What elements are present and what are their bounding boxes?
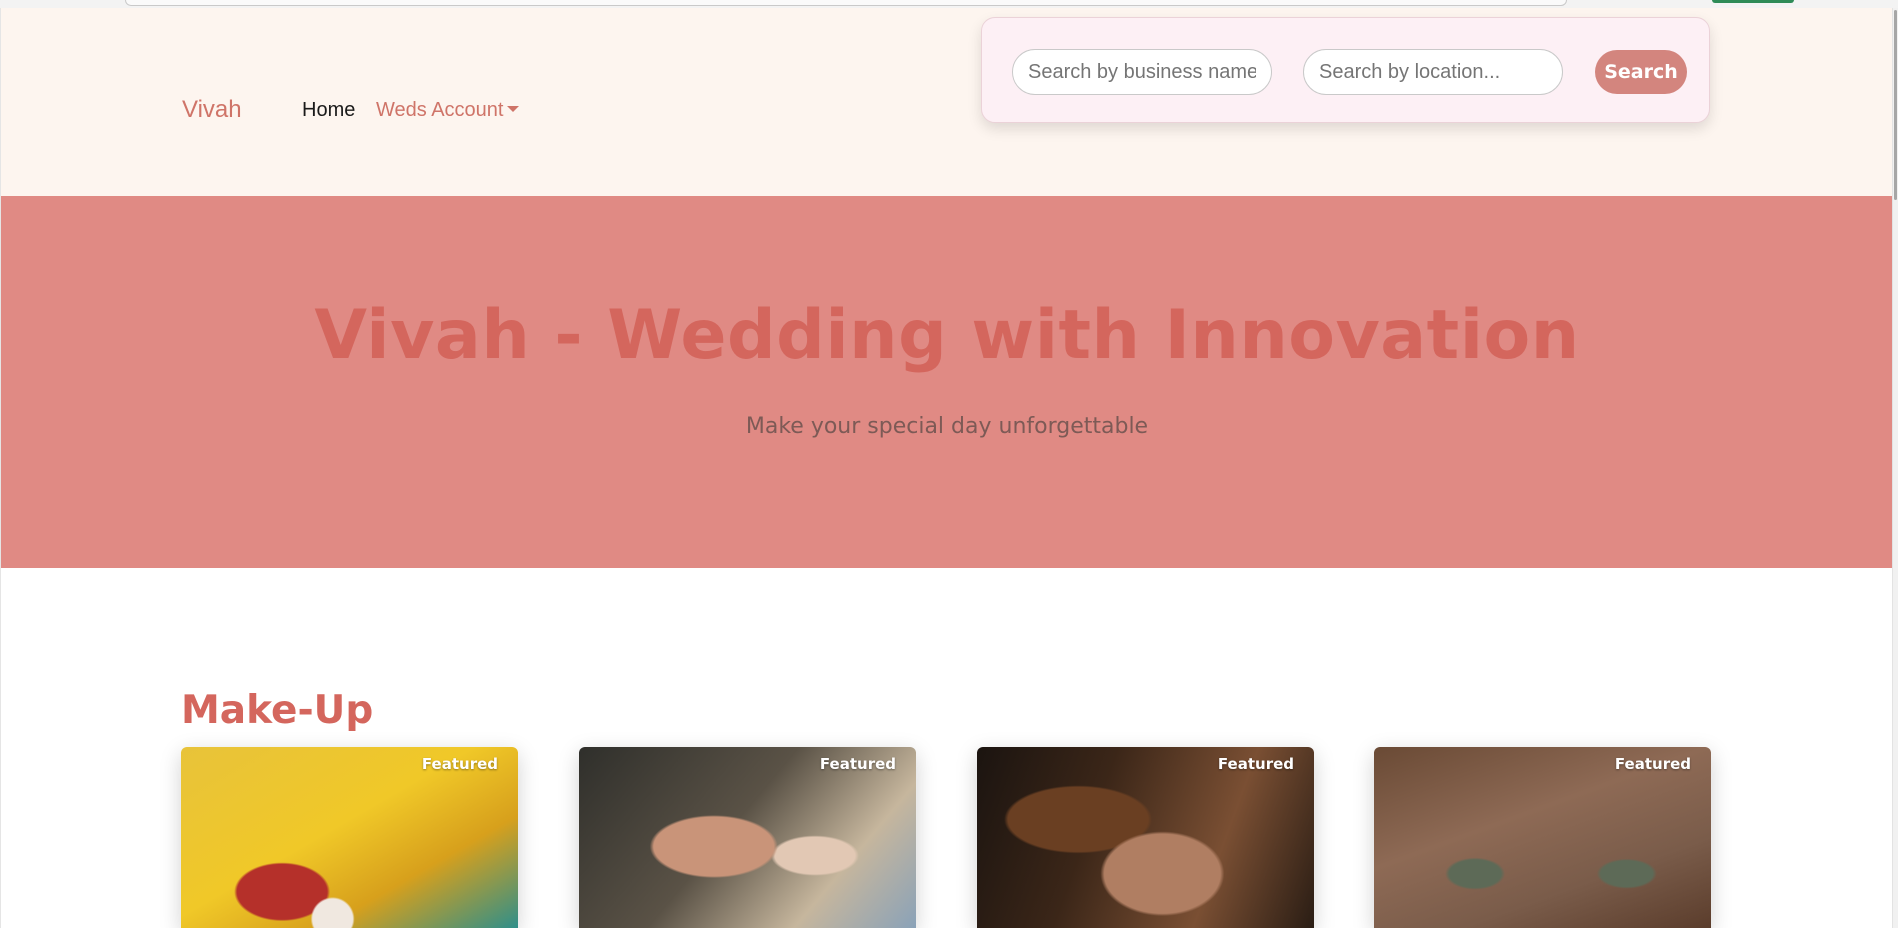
hero-title: Vivah - Wedding with Innovation [314, 296, 1580, 375]
hero-banner: Vivah - Wedding with Innovation Make you… [1, 196, 1893, 568]
business-search-input[interactable] [1012, 49, 1272, 95]
nav-weds-account-dropdown[interactable]: Weds Account [376, 99, 520, 122]
vendor-card[interactable]: Featured [181, 747, 518, 928]
featured-badge: Featured [421, 755, 498, 773]
vendor-card[interactable]: Featured [1374, 747, 1711, 928]
vendor-card[interactable]: Featured [977, 747, 1314, 928]
scrollbar[interactable] [1892, 8, 1898, 928]
search-button[interactable]: Search [1595, 50, 1687, 94]
browser-indicator [1712, 0, 1794, 3]
scrollbar-thumb[interactable] [1894, 10, 1897, 200]
featured-badge: Featured [1614, 755, 1691, 773]
hero-subtitle: Make your special day unforgettable [745, 414, 1149, 439]
nav-home-link[interactable]: Home [302, 99, 355, 122]
nav-weds-account-label: Weds Account [376, 99, 504, 121]
brand-link[interactable]: Vivah [182, 96, 242, 124]
location-search-input[interactable] [1303, 49, 1563, 95]
featured-badge: Featured [819, 755, 896, 773]
caret-down-icon [507, 106, 520, 112]
makeup-section-title: Make-Up [181, 688, 374, 733]
browser-top-strip [0, 0, 1898, 8]
address-bar-edge [125, 0, 1567, 6]
featured-badge: Featured [1217, 755, 1294, 773]
search-panel: Search [981, 17, 1710, 123]
vendor-card[interactable]: Featured [579, 747, 916, 928]
